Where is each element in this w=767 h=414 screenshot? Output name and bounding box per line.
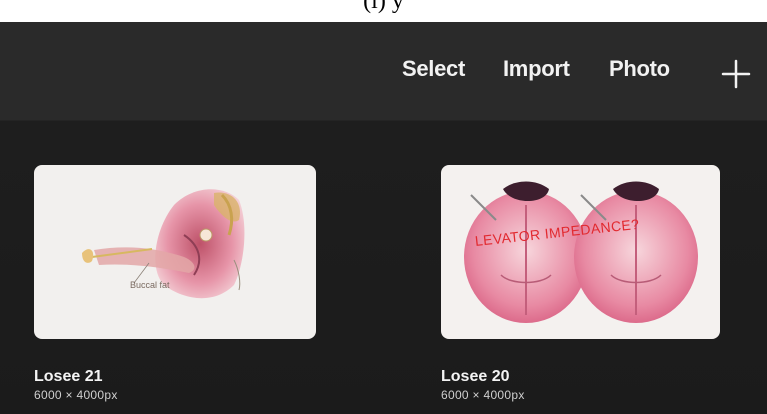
select-button[interactable]: Select (402, 56, 465, 82)
anatomy-illustration (464, 181, 698, 323)
import-button[interactable]: Import (503, 56, 570, 82)
artwork-dimensions: 6000 × 4000px (441, 388, 525, 402)
page-top-margin: (i) y (0, 0, 767, 22)
artwork-thumbnail[interactable]: Buccal fat (34, 165, 316, 339)
artwork-dimensions: 6000 × 4000px (34, 388, 118, 402)
plus-icon[interactable] (720, 58, 752, 90)
artwork-thumbnail[interactable]: LEVATOR IMPEDANCE? (441, 165, 720, 339)
top-toolbar: Select Import Photo (0, 22, 767, 120)
illustration-label: Buccal fat (130, 280, 170, 290)
artwork-title: Losee 21 (34, 368, 103, 385)
artwork-title: Losee 20 (441, 368, 510, 385)
page-caption: (i) y (363, 0, 404, 14)
anatomy-illustration (82, 189, 245, 299)
app-screen: Select Import Photo Buccal fat Losee 21 … (0, 22, 767, 414)
photo-button[interactable]: Photo (609, 56, 670, 82)
